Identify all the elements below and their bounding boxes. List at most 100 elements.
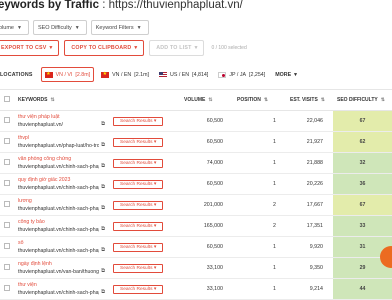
ranking-url[interactable]: thuvienphapluat.vn/chinh-sach-phap-luat-… bbox=[18, 290, 99, 296]
location-vn-vi[interactable]: VN / VI [2.8m] bbox=[40, 67, 95, 82]
page-title: eywords by Traffic : https://thuvienphap… bbox=[0, 0, 243, 11]
ranking-url[interactable]: thuvienphapluat.vn/ bbox=[18, 122, 99, 128]
volume-cell: 201,000 bbox=[180, 194, 233, 216]
keyword-link[interactable]: thư viện pháp luật bbox=[18, 114, 105, 121]
table-row: quy định giờ giấc 2023 thuvienphapluat.vn… bbox=[0, 173, 392, 195]
search-results-button[interactable]: Search Results ▾ bbox=[113, 263, 164, 273]
volume-filter[interactable]: olume ▼ bbox=[0, 20, 29, 35]
search-results-button[interactable]: Search Results ▾ bbox=[113, 200, 164, 210]
copy-clipboard-button[interactable]: COPY TO CLIPBOARD ▾ bbox=[64, 40, 145, 56]
external-link-icon[interactable]: ⧉ bbox=[101, 226, 105, 233]
search-results-button[interactable]: Search Results ▾ bbox=[113, 158, 164, 168]
search-results-button[interactable]: Search Results ▾ bbox=[113, 179, 164, 189]
keyword-link[interactable]: lương bbox=[18, 198, 105, 205]
sort-icon: ⇅ bbox=[320, 97, 325, 103]
chevron-down-icon: ▾ bbox=[49, 45, 53, 51]
seo-difficulty-cell: 67 bbox=[333, 194, 392, 216]
seo-difficulty-cell: 33 bbox=[333, 215, 392, 237]
keyword-link[interactable]: sổ bbox=[18, 240, 105, 247]
domain-url: : https://thuvienphapluat.vn/ bbox=[102, 0, 243, 11]
external-link-icon[interactable]: ⧉ bbox=[101, 121, 105, 128]
search-results-button[interactable]: Search Results ▾ bbox=[113, 242, 164, 252]
keyword-link[interactable]: văn phòng công chứng bbox=[18, 156, 105, 163]
add-to-list-button[interactable]: ADD TO LIST ▾ bbox=[149, 40, 205, 56]
est-visits-cell: 9,920 bbox=[286, 236, 333, 258]
search-results-button[interactable]: Search Results ▾ bbox=[113, 137, 164, 147]
ranking-url[interactable]: thuvienphapluat.vn/chinh-sach-phap-luat-… bbox=[18, 164, 99, 170]
chevron-down-icon: ▾ bbox=[294, 71, 297, 78]
seo-difficulty-cell: 44 bbox=[333, 278, 392, 300]
chevron-down-icon: ▾ bbox=[134, 45, 138, 51]
ranking-url[interactable]: thuvienphapluat.vn/chinh-sach-phap-luat-… bbox=[18, 227, 99, 233]
chevron-down-icon: ▼ bbox=[136, 24, 142, 31]
table-row: ngày định lệnh thuvienphapluat.vn/van-ban… bbox=[0, 257, 392, 279]
seo-difficulty-column-header[interactable]: SEO DIFFICULTY ⇅ bbox=[337, 97, 388, 103]
volume-cell: 60,500 bbox=[180, 173, 233, 195]
sort-icon: ⇅ bbox=[380, 97, 385, 103]
est-visits-column-header[interactable]: EST. VISITS ⇅ bbox=[290, 97, 329, 103]
selection-count: 0 / 100 selected bbox=[211, 45, 247, 51]
locations-bar: LOCATIONS VN / VI [2.8m] VN / EN [2.1m] … bbox=[0, 66, 392, 83]
ranking-url[interactable]: thuvienphapluat.vn/phap-luat/ho-tro-phap… bbox=[18, 143, 99, 149]
action-bar: EXPORT TO CSV ▾ COPY TO CLIPBOARD ▾ ADD TO… bbox=[0, 40, 247, 56]
keywords-column-header[interactable]: KEYWORDS ⇅ bbox=[18, 97, 105, 103]
position-cell: 2 bbox=[233, 215, 286, 237]
external-link-icon[interactable]: ⧉ bbox=[101, 163, 105, 170]
keyword-link[interactable]: ngày định lệnh bbox=[18, 261, 105, 268]
select-all-checkbox[interactable] bbox=[4, 96, 10, 102]
volume-cell: 60,500 bbox=[180, 236, 233, 258]
location-us-en[interactable]: US / EN [4,814] bbox=[156, 67, 211, 82]
row-checkbox[interactable] bbox=[4, 264, 10, 270]
chevron-down-icon: ▼ bbox=[74, 24, 80, 31]
location-jp-ja[interactable]: JP / JA [2,254] bbox=[215, 67, 268, 82]
seo-difficulty-filter[interactable]: SEO Difficulty ▼ bbox=[32, 20, 87, 35]
more-locations-button[interactable]: MORE ▾ bbox=[275, 72, 297, 78]
est-visits-cell: 20,226 bbox=[286, 173, 333, 195]
locations-label: LOCATIONS bbox=[0, 71, 33, 78]
est-visits-cell: 9,214 bbox=[286, 278, 333, 300]
chevron-down-icon: ▼ bbox=[16, 24, 22, 31]
est-visits-cell: 22,046 bbox=[286, 110, 333, 132]
ranking-url[interactable]: thuvienphapluat.vn/chinh-sach-phap-luat-… bbox=[18, 185, 99, 191]
external-link-icon[interactable]: ⧉ bbox=[101, 289, 105, 296]
external-link-icon[interactable]: ⧉ bbox=[101, 247, 105, 254]
position-cell: 1 bbox=[233, 173, 286, 195]
row-checkbox[interactable] bbox=[4, 117, 10, 123]
table-row: thvpl thuvienphapluat.vn/phap-luat/ho-tro… bbox=[0, 131, 392, 153]
external-link-icon[interactable]: ⧉ bbox=[101, 205, 105, 212]
est-visits-cell: 17,351 bbox=[286, 215, 333, 237]
ranking-url[interactable]: thuvienphapluat.vn/chinh-sach-phap-luat-… bbox=[18, 206, 99, 212]
keywords-table: KEYWORDS ⇅ VOLUME ⇅ POSITION ⇅ EST. VISITS ⇅… bbox=[0, 89, 392, 300]
row-checkbox[interactable] bbox=[4, 285, 10, 291]
keyword-link[interactable]: thư viện bbox=[18, 282, 105, 289]
volume-column-header[interactable]: VOLUME ⇅ bbox=[184, 97, 229, 103]
search-results-button[interactable]: Search Results ▾ bbox=[113, 116, 164, 126]
table-row: thư viện thuvienphapluat.vn/chinh-sach-ph… bbox=[0, 278, 392, 300]
seo-difficulty-cell: 32 bbox=[333, 152, 392, 174]
position-column-header[interactable]: POSITION ⇅ bbox=[237, 97, 282, 103]
volume-cell: 165,000 bbox=[180, 215, 233, 237]
volume-cell: 60,500 bbox=[180, 131, 233, 153]
row-checkbox[interactable] bbox=[4, 159, 10, 165]
keyword-link[interactable]: công ty bảo bbox=[18, 219, 105, 226]
row-checkbox[interactable] bbox=[4, 138, 10, 144]
ranking-url[interactable]: thuvienphapluat.vn/chinh-sach-phap-luat-… bbox=[18, 248, 99, 254]
seo-difficulty-cell: 67 bbox=[333, 110, 392, 132]
row-checkbox[interactable] bbox=[4, 180, 10, 186]
est-visits-cell: 17,667 bbox=[286, 194, 333, 216]
seo-difficulty-cell: 62 bbox=[333, 131, 392, 153]
row-checkbox[interactable] bbox=[4, 222, 10, 228]
keyword-link[interactable]: thvpl bbox=[18, 135, 105, 142]
keyword-link[interactable]: quy định giờ giấc 2023 bbox=[18, 177, 105, 184]
external-link-icon[interactable]: ⧉ bbox=[101, 184, 105, 191]
row-checkbox[interactable] bbox=[4, 201, 10, 207]
search-results-button[interactable]: Search Results ▾ bbox=[113, 284, 164, 294]
location-vn-en[interactable]: VN / EN [2.1m] bbox=[98, 67, 152, 82]
external-link-icon[interactable]: ⧉ bbox=[101, 142, 105, 149]
volume-cell: 33,100 bbox=[180, 257, 233, 279]
export-csv-button[interactable]: EXPORT TO CSV ▾ bbox=[0, 40, 60, 56]
row-checkbox[interactable] bbox=[4, 243, 10, 249]
search-results-button[interactable]: Search Results ▾ bbox=[113, 221, 164, 231]
keyword-filters[interactable]: Keyword Filters ▼ bbox=[90, 20, 149, 35]
vietnam-flag-icon bbox=[101, 71, 110, 78]
